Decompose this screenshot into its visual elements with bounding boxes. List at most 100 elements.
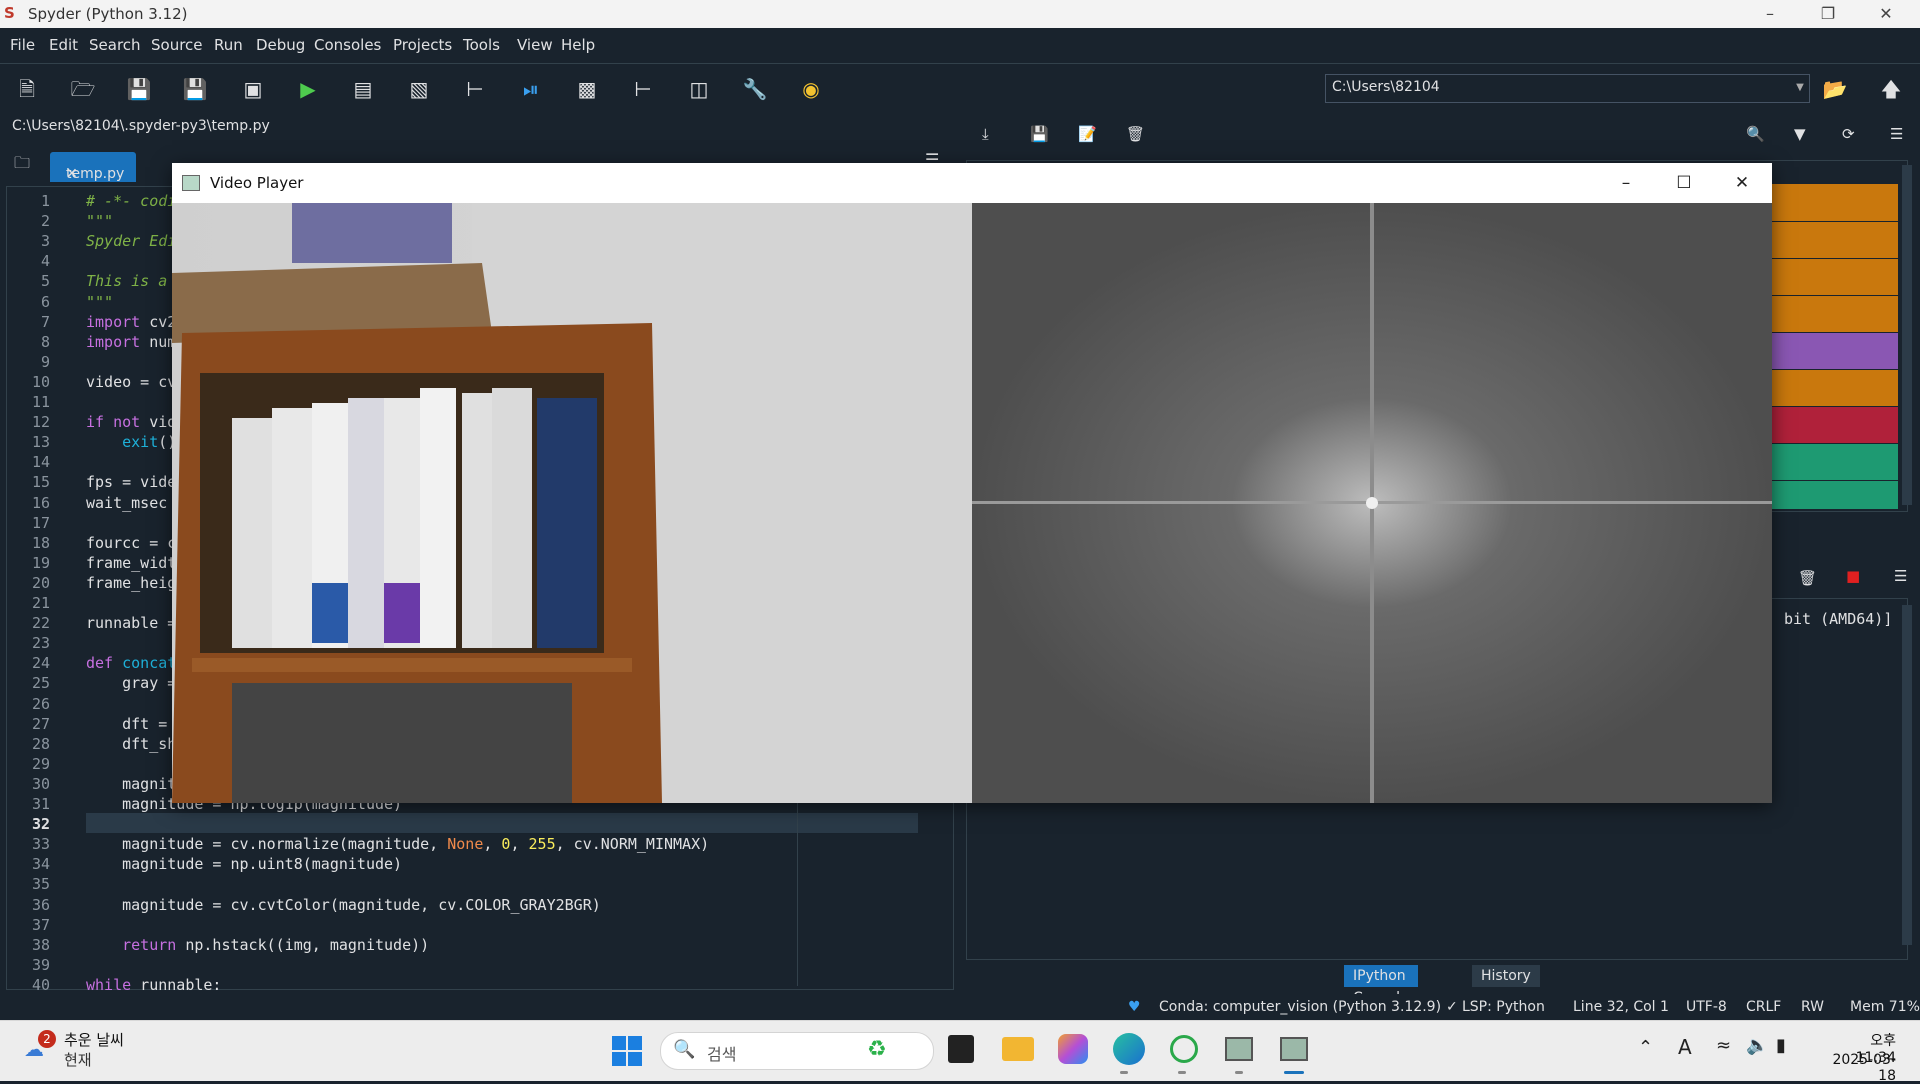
- menu-source[interactable]: Source: [151, 36, 203, 54]
- clock-date[interactable]: 2025-03-18: [1818, 1052, 1896, 1084]
- filter-icon[interactable]: ▼: [1794, 125, 1806, 143]
- recycle-icon: ♻: [867, 1037, 887, 1062]
- menu-help[interactable]: Help: [561, 36, 595, 54]
- menu-debug[interactable]: Debug: [256, 36, 305, 54]
- camera-image: [172, 203, 972, 803]
- remove-all-icon[interactable]: 🗑: [1126, 125, 1145, 143]
- current-line-highlight: [86, 813, 918, 833]
- parent-directory-icon[interactable]: 🡅: [1878, 76, 1904, 102]
- menu-consoles[interactable]: Consoles: [314, 36, 381, 54]
- video-player-window-icon[interactable]: [1280, 1037, 1308, 1061]
- options-menu-icon[interactable]: ☰: [1890, 125, 1903, 143]
- variable-row[interactable]: [1772, 184, 1898, 222]
- close-button[interactable]: ✕: [1722, 169, 1762, 197]
- chevron-down-icon[interactable]: ▼: [1792, 74, 1808, 101]
- wifi-icon[interactable]: ≈: [1716, 1035, 1731, 1056]
- import-data-icon[interactable]: ⤓: [982, 125, 989, 143]
- run-icon[interactable]: ▶: [295, 76, 321, 102]
- stop-icon[interactable]: ■: [1846, 567, 1860, 585]
- debug-cell-icon[interactable]: ▩: [574, 76, 600, 102]
- run-cell-advance-icon[interactable]: ▧: [406, 76, 432, 102]
- close-tab-icon[interactable]: ✕: [66, 166, 78, 182]
- file-explorer-icon[interactable]: [1002, 1037, 1034, 1061]
- new-cell-icon[interactable]: ▣: [240, 76, 266, 102]
- open-file-icon[interactable]: 🗁: [70, 76, 96, 102]
- variable-row[interactable]: [1772, 259, 1898, 296]
- menu-file[interactable]: File: [10, 36, 35, 54]
- preferences-wrench-icon[interactable]: 🔧: [742, 76, 768, 102]
- editor-filepath-label: C:\Users\82104\.spyder-py3\temp.py: [12, 118, 270, 134]
- video-player-window[interactable]: Video Player – ☐ ✕: [172, 163, 1772, 803]
- spyder-window-icon[interactable]: [1225, 1037, 1253, 1061]
- save-icon[interactable]: 💾: [126, 76, 152, 102]
- anaconda-icon[interactable]: [1170, 1035, 1198, 1063]
- python-path-icon[interactable]: ◉: [798, 76, 824, 102]
- input-method-icon[interactable]: A: [1678, 1035, 1692, 1059]
- console-scrollbar[interactable]: [1902, 605, 1912, 945]
- variable-row[interactable]: [1772, 370, 1898, 407]
- memory-usage: Mem 71%: [1850, 999, 1920, 1015]
- menu-tools[interactable]: Tools: [463, 36, 500, 54]
- variable-row[interactable]: [1772, 444, 1898, 481]
- video-player-titlebar[interactable]: Video Player – ☐ ✕: [172, 163, 1772, 203]
- close-button[interactable]: ✕: [1858, 0, 1914, 28]
- taskbar: ☁ 2 추운 날씨 현재 🔍 검색 ♻ ⌃ A ≈ 🔈 ▮ 오후 11:34 2…: [0, 1020, 1920, 1084]
- running-indicator: [1178, 1071, 1186, 1074]
- lsp-status[interactable]: LSP: Python: [1462, 999, 1545, 1015]
- browse-tabs-icon[interactable]: 🗀: [14, 152, 30, 179]
- debug-icon[interactable]: ⏯: [518, 76, 544, 102]
- eol-mode: CRLF: [1746, 999, 1782, 1015]
- maximize-pane-icon[interactable]: ◫: [686, 76, 712, 102]
- conda-env[interactable]: Conda: computer_vision (Python 3.12.9): [1159, 999, 1441, 1015]
- weather-title[interactable]: 추운 날씨: [64, 1029, 124, 1050]
- menu-search[interactable]: Search: [89, 36, 141, 54]
- run-selection-icon[interactable]: ⊢: [462, 76, 488, 102]
- menu-bar: File Edit Search Source Run Debug Consol…: [0, 28, 1920, 64]
- search-placeholder: 검색: [707, 1045, 737, 1064]
- menu-view[interactable]: View: [517, 36, 553, 54]
- tab-temp-py[interactable]: temp.py ✕: [50, 152, 136, 182]
- menu-edit[interactable]: Edit: [49, 36, 78, 54]
- menu-projects[interactable]: Projects: [393, 36, 452, 54]
- options-menu-icon[interactable]: ☰: [1894, 567, 1907, 585]
- battery-icon[interactable]: ▮: [1776, 1035, 1786, 1056]
- new-file-icon[interactable]: 🗎: [14, 76, 40, 102]
- browse-folder-icon[interactable]: 📂: [1822, 76, 1848, 102]
- volume-icon[interactable]: 🔈: [1746, 1035, 1768, 1056]
- minimize-button[interactable]: –: [1606, 169, 1646, 197]
- minimize-button[interactable]: –: [1742, 0, 1798, 28]
- editor-filepath: C:\Users\82104\.spyder-py3\temp.py: [0, 114, 958, 138]
- fft-magnitude-frame: [972, 203, 1772, 803]
- start-button[interactable]: [612, 1036, 642, 1066]
- active-indicator: [1284, 1071, 1304, 1074]
- refresh-icon[interactable]: ⟳: [1842, 125, 1855, 143]
- variable-scrollbar[interactable]: [1902, 165, 1912, 505]
- working-directory-input[interactable]: C:\Users\82104: [1325, 74, 1810, 103]
- restore-button[interactable]: ❐: [1800, 0, 1856, 28]
- save-all-icon[interactable]: 💾: [182, 76, 208, 102]
- spyder-logo-icon: S: [4, 4, 15, 22]
- chevron-up-icon[interactable]: ⌃: [1638, 1037, 1653, 1058]
- variable-row[interactable]: [1772, 407, 1898, 444]
- working-directory-value: C:\Users\82104: [1332, 79, 1440, 95]
- search-icon[interactable]: 🔍: [1746, 125, 1765, 143]
- fft-magnitude-image: [972, 203, 1772, 803]
- save-data-icon[interactable]: 💾: [1030, 125, 1049, 143]
- variable-row[interactable]: [1772, 222, 1898, 259]
- save-data-as-icon[interactable]: 📝: [1078, 125, 1097, 143]
- debug-selection-icon[interactable]: ⊢: [630, 76, 656, 102]
- maximize-button[interactable]: ☐: [1664, 169, 1704, 197]
- menu-run[interactable]: Run: [214, 36, 243, 54]
- variable-row[interactable]: [1772, 296, 1898, 333]
- taskbar-search-box[interactable]: 🔍 검색 ♻: [660, 1032, 934, 1070]
- variable-explorer-toolbar: ⤓ 💾 📝 🗑 🔍 ▼ ⟳ ☰: [966, 114, 1920, 156]
- copilot-icon[interactable]: [1058, 1034, 1088, 1064]
- tab-ipython-console[interactable]: IPython Console: [1344, 965, 1418, 1006]
- variable-row[interactable]: [1772, 481, 1898, 510]
- edge-browser-icon[interactable]: [1113, 1033, 1145, 1065]
- remove-all-icon[interactable]: 🗑: [1798, 569, 1817, 587]
- run-cell-icon[interactable]: ▤: [350, 76, 376, 102]
- task-view-icon[interactable]: [948, 1035, 974, 1063]
- variable-row[interactable]: [1772, 333, 1898, 370]
- tab-history[interactable]: History: [1472, 965, 1540, 987]
